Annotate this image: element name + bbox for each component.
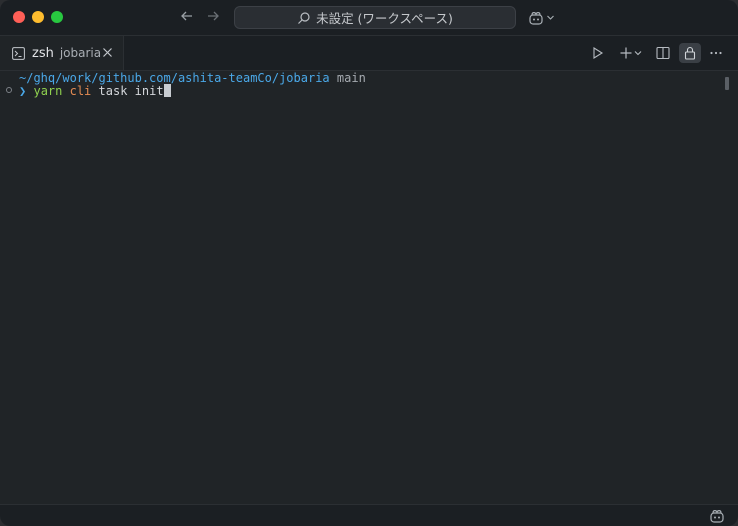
add-icon — [620, 47, 632, 59]
command-center[interactable]: 未設定 (ワークスペース) — [234, 6, 516, 29]
run-icon — [593, 47, 604, 59]
status-bar — [0, 504, 738, 526]
more-actions-button[interactable] — [707, 43, 725, 63]
command-yarn: yarn — [33, 84, 63, 98]
chevron-down-icon — [634, 51, 642, 56]
close-icon[interactable] — [101, 46, 114, 59]
command-center-label: 未設定 (ワークスペース) — [316, 11, 453, 26]
command-args: task init — [98, 84, 164, 98]
vscode-window: 未設定 (ワークスペース) zsh jobaria ~/ghq/work/git… — [0, 0, 738, 526]
window-maximize-button[interactable] — [51, 11, 63, 23]
lock-button[interactable] — [679, 43, 701, 63]
split-icon — [656, 46, 670, 60]
terminal-cursor — [163, 84, 171, 97]
chevron-down-icon — [547, 15, 554, 20]
title-bar: 未設定 (ワークスペース) — [0, 0, 738, 36]
copilot-menu-button[interactable] — [528, 8, 560, 27]
terminal-icon — [12, 46, 25, 60]
terminal-panel[interactable]: ~/ghq/work/github.com/ashita-teamCo/joba… — [0, 71, 738, 504]
arrow-right-icon[interactable] — [204, 8, 222, 26]
command-decoration[interactable] — [6, 87, 12, 93]
split-terminal-button[interactable] — [653, 43, 673, 63]
arrow-left-icon[interactable] — [178, 8, 196, 26]
command-cli: cli — [69, 84, 92, 98]
copilot-icon[interactable] — [709, 508, 725, 524]
search-icon — [298, 11, 310, 24]
terminal-scrollbar[interactable] — [725, 77, 729, 90]
window-minimize-button[interactable] — [32, 11, 44, 23]
more-icon — [710, 51, 722, 55]
new-terminal-button[interactable] — [614, 43, 648, 63]
run-button[interactable] — [589, 43, 607, 63]
git-branch: main — [336, 71, 366, 85]
tab-terminal-zsh[interactable]: zsh jobaria — [0, 36, 124, 70]
terminal-tab-bar: zsh jobaria — [0, 36, 738, 71]
window-close-button[interactable] — [13, 11, 25, 23]
prompt-symbol: ❯ — [19, 84, 27, 98]
terminal-command-line: ❯ yarn cli task init — [19, 84, 171, 98]
cwd-path: ~/ghq/work/github.com/ashita-teamCo/joba… — [19, 71, 330, 85]
tab-description: jobaria — [59, 46, 102, 60]
tab-title: zsh — [32, 45, 54, 61]
lock-icon — [684, 46, 696, 60]
copilot-icon — [529, 11, 543, 25]
terminal-path-line: ~/ghq/work/github.com/ashita-teamCo/joba… — [19, 71, 366, 85]
